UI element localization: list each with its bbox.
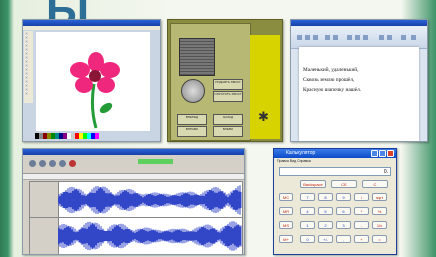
calculator-screenshot: Калькулятор Правка Вид Справка 0. Backsp… <box>273 148 397 255</box>
calc-key: , <box>336 235 351 243</box>
calc-key-clear: C <box>362 180 388 188</box>
turtle-control-panel: ПОДНЯТЬ ХВОСТ ОПУСТИТЬ ХВОСТ ВПЕРЕД НАЗА… <box>170 23 251 141</box>
calc-key: 3 <box>336 221 351 229</box>
turtle-screenshot: ПОДНЯТЬ ХВОСТ ОПУСТИТЬ ХВОСТ ВПЕРЕД НАЗА… <box>167 19 283 142</box>
calc-key: = <box>372 235 387 243</box>
close-icon <box>387 150 394 157</box>
forward-button: ВПЕРЕД <box>177 114 207 125</box>
calc-key: 1 <box>300 221 315 229</box>
track-label <box>30 218 59 254</box>
calc-key: / <box>354 193 369 201</box>
paint-toolbox <box>24 31 33 103</box>
minimize-icon <box>371 150 378 157</box>
paint-palette <box>35 133 99 139</box>
calc-key-backspace: Backspace <box>300 180 326 188</box>
waveform <box>58 221 242 251</box>
calculator-display: 0. <box>279 167 391 176</box>
turtle-icon: ✱ <box>258 109 269 124</box>
calc-key: - <box>354 221 369 229</box>
flower-image <box>70 52 120 129</box>
calc-key: 7 <box>300 193 315 201</box>
calc-key-memory: MS <box>279 221 293 229</box>
calc-key: * <box>354 207 369 215</box>
right-button: ВПРАВО <box>177 126 207 137</box>
calc-key: 6 <box>336 207 351 215</box>
tail-down-button: ОПУСТИТЬ ХВОСТ <box>213 91 243 102</box>
waveform <box>58 185 242 215</box>
track-label <box>30 182 59 219</box>
direction-dial <box>181 79 205 103</box>
calc-key-memory: MC <box>279 193 293 201</box>
audio-editor-screenshot <box>22 148 245 255</box>
calc-key: 2 <box>318 221 333 229</box>
timeline-ruler <box>23 174 244 180</box>
maximize-icon <box>379 150 386 157</box>
calc-key: 4 <box>300 207 315 215</box>
calc-key: sqrt <box>372 193 387 201</box>
calculator-title: Калькулятор <box>286 150 316 156</box>
word-ribbon <box>291 26 427 49</box>
audio-track <box>29 181 243 220</box>
poem-line: Красную шапочку нашёл. <box>303 87 362 93</box>
paint-menu-bar <box>23 26 160 30</box>
calculator-menu: Правка Вид Справка <box>277 159 311 163</box>
paint-screenshot <box>22 19 161 142</box>
poem-line: Маленький, удаленький, <box>303 67 359 73</box>
calc-key: 5 <box>318 207 333 215</box>
calc-key: + <box>354 235 369 243</box>
calc-key: +/- <box>318 235 333 243</box>
calc-key: 8 <box>318 193 333 201</box>
level-meter <box>138 159 173 164</box>
calc-key-clear-entry: CE <box>331 180 357 188</box>
word-screenshot: Маленький, удаленький, Сквозь землю прош… <box>290 19 428 142</box>
tail-up-button: ПОДНЯТЬ ХВОСТ <box>213 79 243 90</box>
calculator-title-bar: Калькулятор <box>274 149 396 158</box>
calc-key-memory: MR <box>279 207 293 215</box>
poem-text: Маленький, удаленький, Сквозь землю прош… <box>303 65 361 95</box>
calc-key: 0 <box>300 235 315 243</box>
back-button: НАЗАД <box>213 114 243 125</box>
poem-line: Сквозь землю прошёл, <box>303 77 355 83</box>
command-grid <box>179 38 215 76</box>
calc-key: 1/x <box>372 221 387 229</box>
left-button: ВЛЕВО <box>213 126 243 137</box>
calc-key-memory: M+ <box>279 235 293 243</box>
audio-track <box>29 217 243 254</box>
calc-key: 9 <box>336 193 351 201</box>
paint-canvas <box>36 32 150 131</box>
calc-key: % <box>372 207 387 215</box>
audio-toolbar <box>23 155 244 174</box>
